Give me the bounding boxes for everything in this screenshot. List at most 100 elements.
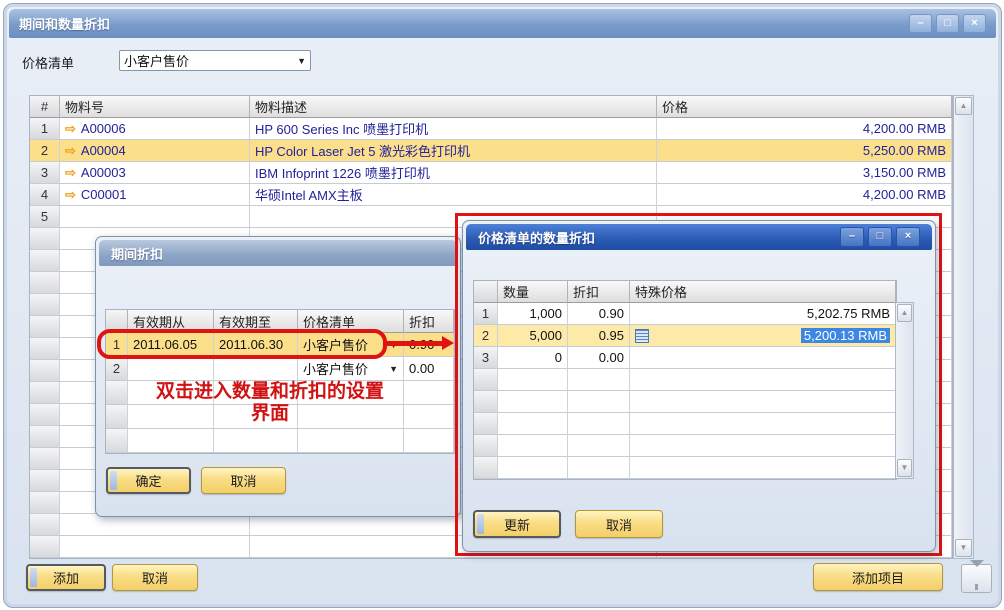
add-button[interactable]: 添加	[26, 564, 106, 591]
row-num[interactable]	[30, 338, 60, 360]
empty-cell[interactable]	[568, 435, 630, 457]
price-list-cell[interactable]: 小客户售价▼	[298, 357, 404, 381]
empty-cell[interactable]	[498, 369, 568, 391]
item-no-cell[interactable]	[60, 206, 250, 228]
empty-cell[interactable]	[630, 457, 896, 479]
table-row-empty[interactable]	[106, 429, 454, 453]
link-arrow-icon[interactable]	[65, 122, 76, 135]
empty-cell[interactable]	[568, 369, 630, 391]
row-num[interactable]: 1	[474, 303, 498, 325]
cancel-button[interactable]: 取消	[112, 564, 198, 591]
row-num[interactable]: 4	[30, 184, 60, 206]
row-num[interactable]	[474, 413, 498, 435]
table-row[interactable]: 1 A00006 HP 600 Series Inc 喷墨打印机 4,200.0…	[30, 118, 952, 140]
quantity-dialog-titlebar[interactable]: 价格清单的数量折扣	[466, 224, 932, 250]
row-num[interactable]	[474, 369, 498, 391]
row-num[interactable]: 2	[474, 325, 498, 347]
table-row-empty[interactable]	[474, 435, 896, 457]
main-table-scrollbar[interactable]: ▲ ▼	[953, 95, 974, 559]
row-num[interactable]	[30, 470, 60, 492]
cancel-button[interactable]: 取消	[201, 467, 286, 494]
period-dialog-titlebar[interactable]: 期间折扣	[99, 240, 457, 266]
link-arrow-icon[interactable]	[65, 188, 76, 201]
table-row-selected[interactable]: 2 5,000 0.95 5,200.13 RMB	[474, 325, 896, 347]
calculator-picker-icon[interactable]	[635, 329, 649, 343]
empty-cell[interactable]	[298, 429, 404, 453]
row-num[interactable]	[474, 457, 498, 479]
description-cell[interactable]: 华硕Intel AMX主板	[250, 184, 657, 206]
row-num[interactable]	[30, 382, 60, 404]
table-row[interactable]: 2 小客户售价▼ 0.00	[106, 357, 454, 381]
empty-cell[interactable]	[128, 429, 214, 453]
dropdown-arrow-icon[interactable]: ▼	[389, 364, 398, 374]
table-row-empty[interactable]	[474, 369, 896, 391]
discount-cell[interactable]: 0.95	[568, 325, 630, 347]
maximize-icon[interactable]	[936, 14, 959, 33]
item-no-cell[interactable]: C00001	[60, 184, 250, 206]
close-icon[interactable]	[963, 14, 986, 33]
table-row-selected[interactable]: 2 A00004 HP Color Laser Jet 5 激光彩色打印机 5,…	[30, 140, 952, 162]
row-num[interactable]: 1	[30, 118, 60, 140]
row-num[interactable]: 2	[106, 357, 128, 381]
row-num[interactable]: 2	[30, 140, 60, 162]
row-num[interactable]	[30, 272, 60, 294]
maximize-icon[interactable]	[868, 227, 892, 247]
row-num[interactable]: 3	[30, 162, 60, 184]
item-no-cell[interactable]: A00004	[60, 140, 250, 162]
price-cell[interactable]: 3,150.00 RMB	[657, 162, 952, 184]
row-num[interactable]: 5	[30, 206, 60, 228]
empty-cell[interactable]	[630, 413, 896, 435]
table-row-empty[interactable]	[474, 457, 896, 479]
close-icon[interactable]	[896, 227, 920, 247]
description-cell[interactable]: IBM Infoprint 1226 喷墨打印机	[250, 162, 657, 184]
item-no-cell[interactable]: A00006	[60, 118, 250, 140]
add-item-button[interactable]: 添加项目	[813, 563, 943, 591]
price-cell[interactable]: 4,200.00 RMB	[657, 118, 952, 140]
main-titlebar[interactable]: 期间和数量折扣	[9, 9, 996, 38]
description-cell[interactable]: HP Color Laser Jet 5 激光彩色打印机	[250, 140, 657, 162]
scroll-up-icon[interactable]: ▲	[955, 97, 972, 115]
quantity-table-scrollbar[interactable]: ▲ ▼	[895, 302, 914, 479]
empty-cell[interactable]	[60, 536, 250, 558]
empty-cell[interactable]	[498, 391, 568, 413]
quantity-cell[interactable]: 0	[498, 347, 568, 369]
link-arrow-icon[interactable]	[65, 144, 76, 157]
valid-to-cell[interactable]	[214, 357, 298, 381]
empty-cell[interactable]	[498, 435, 568, 457]
row-num[interactable]	[474, 391, 498, 413]
row-num[interactable]	[30, 294, 60, 316]
discount-cell[interactable]: 0.00	[404, 357, 454, 381]
table-row[interactable]: 3 A00003 IBM Infoprint 1226 喷墨打印机 3,150.…	[30, 162, 952, 184]
table-row[interactable]: 3 0 0.00	[474, 347, 896, 369]
update-button[interactable]: 更新	[473, 510, 561, 538]
row-num[interactable]	[30, 250, 60, 272]
row-num[interactable]	[30, 228, 60, 250]
quantity-cell[interactable]: 5,000	[498, 325, 568, 347]
row-num[interactable]	[30, 514, 60, 536]
empty-cell[interactable]	[568, 413, 630, 435]
empty-cell[interactable]	[60, 514, 250, 536]
row-num[interactable]	[30, 536, 60, 558]
row-num[interactable]	[30, 360, 60, 382]
row-num[interactable]	[30, 448, 60, 470]
minimize-icon[interactable]	[909, 14, 932, 33]
table-row-empty[interactable]	[474, 413, 896, 435]
item-no-cell[interactable]: A00003	[60, 162, 250, 184]
empty-cell[interactable]	[498, 413, 568, 435]
description-cell[interactable]: HP 600 Series Inc 喷墨打印机	[250, 118, 657, 140]
row-num[interactable]	[30, 404, 60, 426]
price-list-dropdown[interactable]: 小客户售价 ▼	[119, 50, 311, 71]
empty-cell[interactable]	[630, 435, 896, 457]
empty-cell[interactable]	[630, 369, 896, 391]
empty-cell[interactable]	[404, 429, 454, 453]
filter-button[interactable]	[961, 564, 992, 593]
discount-cell[interactable]: 0.00	[568, 347, 630, 369]
special-price-cell[interactable]: 5,202.75 RMB	[630, 303, 896, 325]
valid-from-cell[interactable]	[128, 357, 214, 381]
scroll-up-icon[interactable]: ▲	[897, 304, 912, 322]
quantity-cell[interactable]: 1,000	[498, 303, 568, 325]
scroll-down-icon[interactable]: ▼	[897, 459, 912, 477]
table-row-empty[interactable]	[474, 391, 896, 413]
scroll-down-icon[interactable]: ▼	[955, 539, 972, 557]
price-cell[interactable]: 5,250.00 RMB	[657, 140, 952, 162]
